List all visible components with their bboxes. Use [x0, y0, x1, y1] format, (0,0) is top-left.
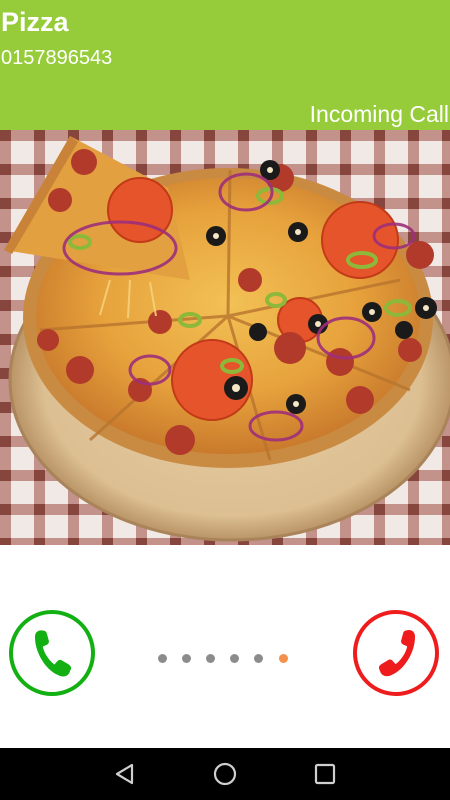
page-dot — [182, 654, 191, 663]
recents-square-icon[interactable] — [311, 760, 339, 788]
phone-icon — [34, 630, 72, 677]
phone-hangup-icon — [378, 630, 415, 677]
home-circle-icon[interactable] — [211, 760, 239, 788]
caller-number: 0157896543 — [1, 47, 113, 69]
back-triangle-icon[interactable] — [111, 760, 139, 788]
call-header: Pizza 0157896543 Incoming Call — [0, 0, 450, 130]
answer-call-button[interactable] — [9, 610, 95, 696]
call-controls — [0, 545, 450, 748]
decline-call-button[interactable] — [353, 610, 439, 696]
page-dot — [158, 654, 167, 663]
page-indicator — [158, 654, 298, 664]
page-dot — [206, 654, 215, 663]
incoming-call-screen: Pizza 0157896543 Incoming Call — [0, 0, 450, 800]
caller-photo — [0, 130, 450, 545]
page-dot — [254, 654, 263, 663]
system-navigation-bar — [0, 748, 450, 800]
caller-name: Pizza — [1, 7, 69, 37]
page-dot — [230, 654, 239, 663]
call-status-label: Incoming Call — [309, 101, 449, 127]
pizza-photo-image — [0, 130, 450, 545]
page-dot-active — [279, 654, 288, 663]
